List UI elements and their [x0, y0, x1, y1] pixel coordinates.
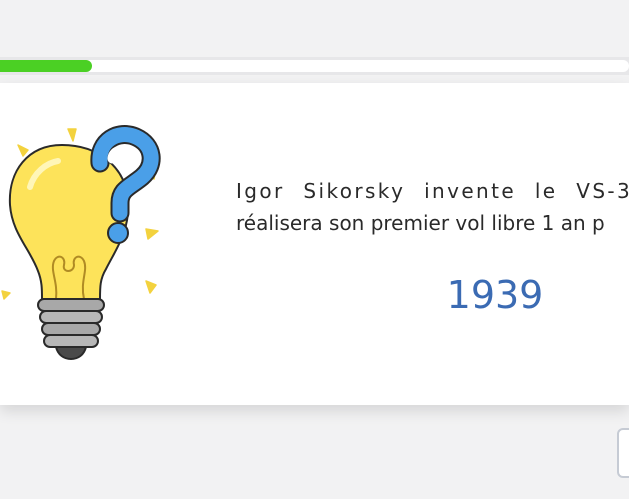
- progress-bar: [0, 57, 629, 75]
- fact-text: Igor Sikorsky invente le VS-300 e réalis…: [236, 175, 629, 239]
- next-button[interactable]: [617, 428, 629, 478]
- fact-text-line-1: Igor Sikorsky invente le VS-300 e: [236, 179, 629, 203]
- fact-card: Igor Sikorsky invente le VS-300 e réalis…: [0, 83, 629, 405]
- year-label: 1939: [446, 273, 544, 317]
- lightbulb-question-icon: [1, 125, 161, 361]
- progress-fill: [0, 60, 92, 72]
- progress-track: [0, 60, 629, 72]
- fact-text-line-2: réalisera son premier vol libre 1 an p: [236, 211, 605, 235]
